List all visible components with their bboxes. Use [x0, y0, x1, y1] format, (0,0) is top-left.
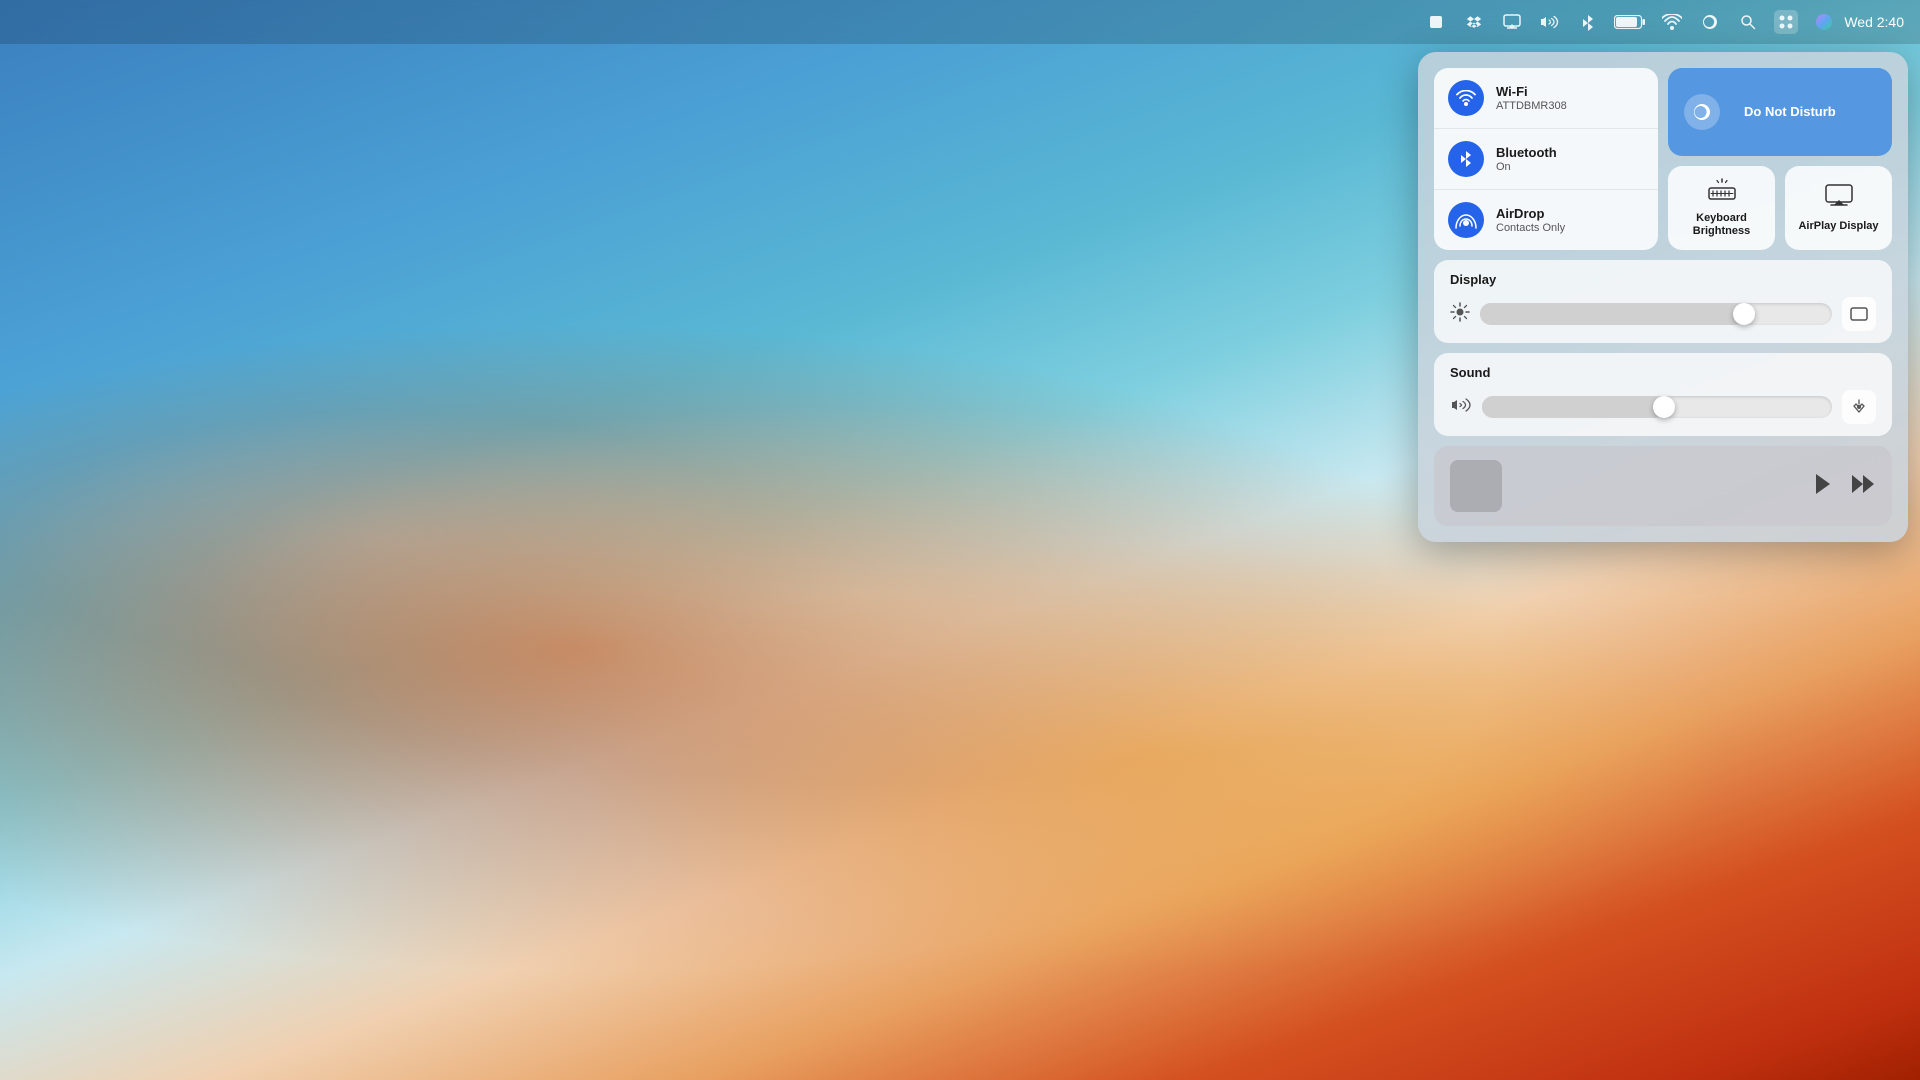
keyboard-brightness-tile-title: Keyboard Brightness — [1680, 212, 1763, 238]
airplay-display-tile-title: AirPlay Display — [1798, 220, 1878, 233]
spotlight-icon[interactable] — [1736, 10, 1760, 34]
do-not-disturb-tile[interactable]: Do Not Disturb — [1668, 68, 1892, 156]
control-center-icon[interactable] — [1774, 10, 1798, 34]
right-tiles-group: Do Not Disturb — [1668, 68, 1892, 250]
brightness-icon — [1450, 302, 1470, 327]
menubar: Wed 2:40 — [0, 0, 1920, 44]
play-button[interactable] — [1812, 472, 1834, 501]
small-tiles-row: Keyboard Brightness AirPlay Display — [1668, 166, 1892, 250]
volume-icon[interactable] — [1538, 10, 1562, 34]
bluetooth-tile-icon — [1448, 141, 1484, 177]
bluetooth-tile-title: Bluetooth — [1496, 145, 1557, 161]
airplay-mirror-icon[interactable] — [1500, 10, 1524, 34]
volume-thumb[interactable] — [1653, 396, 1675, 418]
brightness-slider[interactable] — [1480, 303, 1832, 325]
wifi-tile-icon — [1448, 80, 1484, 116]
sound-slider-row — [1450, 390, 1876, 424]
sound-section: Sound — [1434, 353, 1892, 436]
wifi-tile-title: Wi-Fi — [1496, 84, 1567, 100]
bluetooth-tile-subtitle: On — [1496, 161, 1557, 173]
menubar-icons — [1424, 10, 1836, 34]
airdrop-tile-title: AirDrop — [1496, 206, 1565, 222]
display-settings-btn[interactable] — [1842, 297, 1876, 331]
media-controls — [1812, 472, 1876, 501]
airdrop-tile-subtitle: Contacts Only — [1496, 222, 1565, 234]
wifi-menu-icon[interactable] — [1660, 10, 1684, 34]
wifi-tile[interactable]: Wi-Fi ATTDBMR308 — [1434, 68, 1658, 129]
volume-slider[interactable] — [1482, 396, 1832, 418]
dropbox-icon[interactable] — [1462, 10, 1486, 34]
sound-output-btn[interactable] — [1842, 390, 1876, 424]
tiles-grid: Wi-Fi ATTDBMR308 Bluetooth On — [1434, 68, 1892, 250]
keyboard-brightness-icon — [1707, 178, 1737, 206]
battery-icon[interactable] — [1614, 10, 1646, 34]
screen-record-icon[interactable] — [1424, 10, 1448, 34]
do-not-disturb-tile-title: Do Not Disturb — [1744, 104, 1836, 120]
do-not-disturb-tile-icon — [1684, 94, 1720, 130]
wifi-tile-subtitle: ATTDBMR308 — [1496, 100, 1567, 112]
airplay-display-tile[interactable]: AirPlay Display — [1785, 166, 1892, 250]
brightness-thumb[interactable] — [1733, 303, 1755, 325]
sound-section-title: Sound — [1450, 365, 1876, 380]
airdrop-tile[interactable]: AirDrop Contacts Only — [1434, 190, 1658, 250]
display-section: Display — [1434, 260, 1892, 343]
volume-icon — [1450, 396, 1472, 419]
display-slider-row — [1450, 297, 1876, 331]
airdrop-tile-icon — [1448, 202, 1484, 238]
media-artwork — [1450, 460, 1502, 512]
bluetooth-tile[interactable]: Bluetooth On — [1434, 129, 1658, 190]
control-center-panel: Wi-Fi ATTDBMR308 Bluetooth On — [1418, 52, 1908, 542]
do-not-disturb-menu-icon[interactable] — [1698, 10, 1722, 34]
skip-forward-button[interactable] — [1850, 473, 1876, 500]
airplay-display-icon — [1824, 183, 1854, 214]
siri-icon[interactable] — [1812, 10, 1836, 34]
keyboard-brightness-tile[interactable]: Keyboard Brightness — [1668, 166, 1775, 250]
bluetooth-menu-icon[interactable] — [1576, 10, 1600, 34]
display-section-title: Display — [1450, 272, 1876, 287]
network-tiles-group: Wi-Fi ATTDBMR308 Bluetooth On — [1434, 68, 1658, 250]
menubar-clock: Wed 2:40 — [1844, 14, 1904, 30]
media-player — [1434, 446, 1892, 526]
